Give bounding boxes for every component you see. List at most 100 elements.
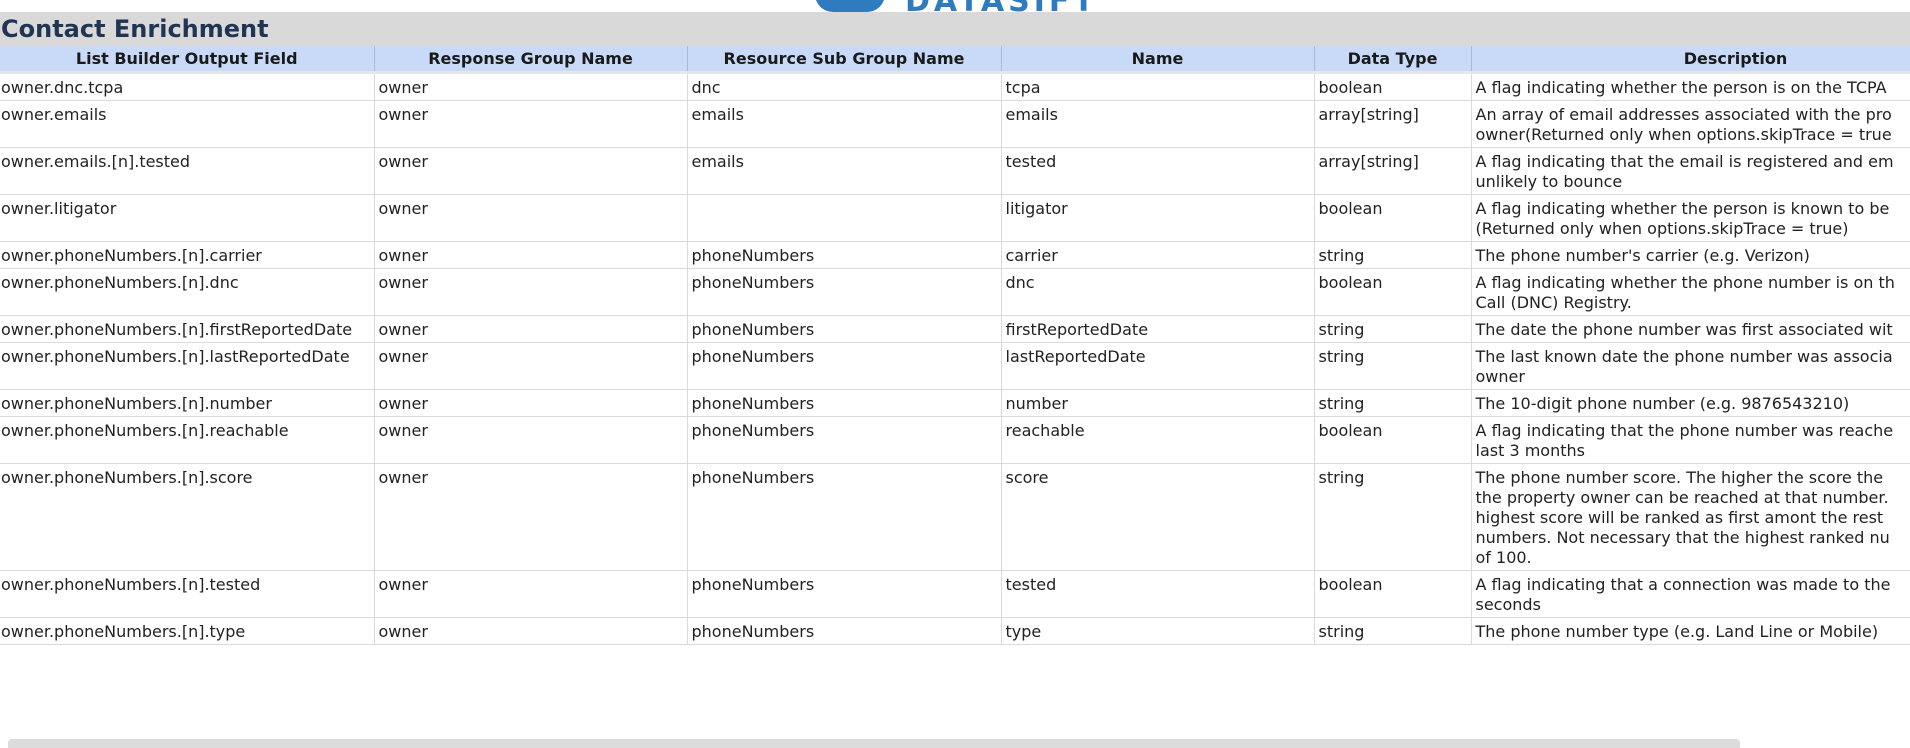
cell-type[interactable]: array[string] xyxy=(1314,100,1472,148)
cell-field[interactable]: owner.phoneNumbers.[n].type xyxy=(0,617,375,645)
table-row: owner.phoneNumbers.[n].carrier owner pho… xyxy=(0,241,1910,269)
cell-field[interactable]: owner.phoneNumbers.[n].firstReportedDate xyxy=(0,315,375,343)
cell-field[interactable]: owner.emails xyxy=(0,100,375,148)
cell-subgroup[interactable]: phoneNumbers xyxy=(687,416,1002,464)
header-description[interactable]: Description xyxy=(1471,46,1910,74)
cell-subgroup[interactable]: phoneNumbers xyxy=(687,389,1002,417)
cell-subgroup[interactable]: phoneNumbers xyxy=(687,342,1002,390)
cell-field[interactable]: owner.phoneNumbers.[n].lastReportedDate xyxy=(0,342,375,390)
cell-group[interactable]: owner xyxy=(374,100,688,148)
cell-name[interactable]: lastReportedDate xyxy=(1001,342,1315,390)
cell-name[interactable]: tcpa xyxy=(1001,72,1315,101)
cell-name[interactable]: tested xyxy=(1001,147,1315,195)
cell-subgroup[interactable] xyxy=(687,194,1002,242)
sheet-title: Contact Enrichment xyxy=(1,15,269,43)
cell-group[interactable]: owner xyxy=(374,241,688,269)
table-row: owner.emails.[n].tested owner emails tes… xyxy=(0,147,1910,195)
cell-subgroup[interactable]: phoneNumbers xyxy=(687,315,1002,343)
cell-description[interactable]: The date the phone number was first asso… xyxy=(1471,315,1910,343)
cell-subgroup[interactable]: phoneNumbers xyxy=(687,268,1002,316)
table-row: owner.phoneNumbers.[n].score owner phone… xyxy=(0,463,1910,571)
cell-name[interactable]: firstReportedDate xyxy=(1001,315,1315,343)
table-row: owner.emails owner emails emails array[s… xyxy=(0,100,1910,148)
cell-name[interactable]: number xyxy=(1001,389,1315,417)
cell-field[interactable]: owner.phoneNumbers.[n].number xyxy=(0,389,375,417)
cell-group[interactable]: owner xyxy=(374,342,688,390)
cell-group[interactable]: owner xyxy=(374,268,688,316)
header-data-type[interactable]: Data Type xyxy=(1314,46,1472,74)
cell-description[interactable]: A flag indicating that the email is regi… xyxy=(1471,147,1910,195)
table-row: owner.phoneNumbers.[n].number owner phon… xyxy=(0,389,1910,417)
header-list-builder-output-field[interactable]: List Builder Output Field xyxy=(0,46,375,74)
cell-name[interactable]: emails xyxy=(1001,100,1315,148)
header-response-group-name[interactable]: Response Group Name xyxy=(374,46,688,74)
cell-type[interactable]: boolean xyxy=(1314,416,1472,464)
cell-group[interactable]: owner xyxy=(374,463,688,571)
header-resource-sub-group-name[interactable]: Resource Sub Group Name xyxy=(687,46,1002,74)
cell-description[interactable]: A flag indicating whether the person is … xyxy=(1471,72,1910,101)
cell-description[interactable]: The phone number's carrier (e.g. Verizon… xyxy=(1471,241,1910,269)
cell-field[interactable]: owner.emails.[n].tested xyxy=(0,147,375,195)
table-row: owner.phoneNumbers.[n].reachable owner p… xyxy=(0,416,1910,464)
cell-group[interactable]: owner xyxy=(374,194,688,242)
cell-subgroup[interactable]: emails xyxy=(687,100,1002,148)
cell-subgroup[interactable]: phoneNumbers xyxy=(687,463,1002,571)
cell-type[interactable]: boolean xyxy=(1314,268,1472,316)
cell-field[interactable]: owner.phoneNumbers.[n].tested xyxy=(0,570,375,618)
cell-group[interactable]: owner xyxy=(374,72,688,101)
cell-description[interactable]: The phone number score. The higher the s… xyxy=(1471,463,1910,571)
cell-group[interactable]: owner xyxy=(374,416,688,464)
cell-subgroup[interactable]: phoneNumbers xyxy=(687,241,1002,269)
cell-name[interactable]: tested xyxy=(1001,570,1315,618)
header-name[interactable]: Name xyxy=(1001,46,1315,74)
cell-subgroup[interactable]: emails xyxy=(687,147,1002,195)
cell-type[interactable]: array[string] xyxy=(1314,147,1472,195)
cell-field[interactable]: owner.phoneNumbers.[n].dnc xyxy=(0,268,375,316)
cell-description[interactable]: An array of email addresses associated w… xyxy=(1471,100,1910,148)
table-row: owner.phoneNumbers.[n].tested owner phon… xyxy=(0,570,1910,618)
table-row: owner.dnc.tcpa owner dnc tcpa boolean A … xyxy=(0,72,1910,101)
cell-description[interactable]: A flag indicating that the phone number … xyxy=(1471,416,1910,464)
cell-group[interactable]: owner xyxy=(374,389,688,417)
cell-name[interactable]: litigator xyxy=(1001,194,1315,242)
cell-description[interactable]: The last known date the phone number was… xyxy=(1471,342,1910,390)
cell-field[interactable]: owner.dnc.tcpa xyxy=(0,72,375,101)
cell-subgroup[interactable]: dnc xyxy=(687,72,1002,101)
horizontal-scrollbar[interactable] xyxy=(8,739,1740,748)
cell-field[interactable]: owner.phoneNumbers.[n].reachable xyxy=(0,416,375,464)
cell-name[interactable]: reachable xyxy=(1001,416,1315,464)
table-header-row: List Builder Output Field Response Group… xyxy=(0,46,1910,74)
cell-field[interactable]: owner.phoneNumbers.[n].score xyxy=(0,463,375,571)
cell-subgroup[interactable]: phoneNumbers xyxy=(687,570,1002,618)
cell-type[interactable]: boolean xyxy=(1314,194,1472,242)
cell-type[interactable]: string xyxy=(1314,389,1472,417)
cell-group[interactable]: owner xyxy=(374,617,688,645)
cell-name[interactable]: type xyxy=(1001,617,1315,645)
cell-type[interactable]: boolean xyxy=(1314,570,1472,618)
cell-group[interactable]: owner xyxy=(374,147,688,195)
cell-type[interactable]: string xyxy=(1314,315,1472,343)
cell-type[interactable]: string xyxy=(1314,342,1472,390)
table-row: owner.phoneNumbers.[n].lastReportedDate … xyxy=(0,342,1910,390)
cell-description[interactable]: A flag indicating that a connection was … xyxy=(1471,570,1910,618)
table-row: owner.phoneNumbers.[n].dnc owner phoneNu… xyxy=(0,268,1910,316)
cell-type[interactable]: string xyxy=(1314,241,1472,269)
cell-name[interactable]: carrier xyxy=(1001,241,1315,269)
cell-group[interactable]: owner xyxy=(374,570,688,618)
cell-name[interactable]: dnc xyxy=(1001,268,1315,316)
logo-mark xyxy=(815,0,885,12)
table-row: owner.phoneNumbers.[n].type owner phoneN… xyxy=(0,617,1910,645)
cell-type[interactable]: string xyxy=(1314,617,1472,645)
cell-description[interactable]: A flag indicating whether the person is … xyxy=(1471,194,1910,242)
cell-type[interactable]: boolean xyxy=(1314,72,1472,101)
cell-name[interactable]: score xyxy=(1001,463,1315,571)
cell-description[interactable]: The 10-digit phone number (e.g. 98765432… xyxy=(1471,389,1910,417)
cell-description[interactable]: The phone number type (e.g. Land Line or… xyxy=(1471,617,1910,645)
cell-group[interactable]: owner xyxy=(374,315,688,343)
cell-field[interactable]: owner.litigator xyxy=(0,194,375,242)
cell-description[interactable]: A flag indicating whether the phone numb… xyxy=(1471,268,1910,316)
contact-enrichment-table: List Builder Output Field Response Group… xyxy=(0,46,1910,645)
cell-field[interactable]: owner.phoneNumbers.[n].carrier xyxy=(0,241,375,269)
cell-subgroup[interactable]: phoneNumbers xyxy=(687,617,1002,645)
cell-type[interactable]: string xyxy=(1314,463,1472,571)
